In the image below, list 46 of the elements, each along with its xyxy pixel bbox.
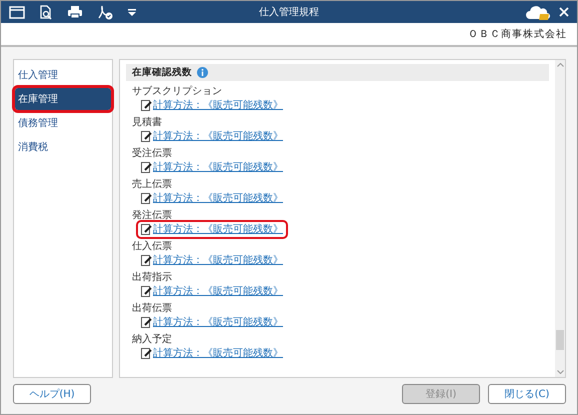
setting-label: 出荷伝票 <box>132 302 173 315</box>
edit-icon <box>141 317 152 328</box>
calculation-link[interactable]: 計算方法：《販売可能残数》 <box>153 99 283 112</box>
edit-icon <box>141 255 152 266</box>
calculation-link[interactable]: 計算方法：《販売可能残数》 <box>153 285 283 298</box>
scroll-thumb[interactable] <box>556 330 564 350</box>
setting-label: 発注伝票 <box>132 209 173 222</box>
section-title: 在庫確認残数 <box>132 66 192 79</box>
edit-icon <box>141 348 152 359</box>
sidebar-item[interactable]: 債務管理 <box>15 112 111 134</box>
edit-icon <box>141 193 152 204</box>
edit-icon <box>141 224 152 235</box>
info-icon[interactable] <box>197 67 208 78</box>
setting-label: 出荷指示 <box>132 271 173 284</box>
edit-icon <box>141 100 152 111</box>
preview-icon[interactable] <box>39 4 53 20</box>
setting-label: 受注伝票 <box>132 147 173 160</box>
calculation-link[interactable]: 計算方法：《販売可能残数》 <box>153 223 283 236</box>
calculation-link[interactable]: 計算方法：《販売可能残数》 <box>153 161 283 174</box>
calculation-link[interactable]: 計算方法：《販売可能残数》 <box>153 316 283 329</box>
pdf-icon[interactable] <box>97 4 113 20</box>
setting-label: 仕入伝票 <box>132 240 173 253</box>
window-title: 仕入管理規程 <box>259 6 319 19</box>
setting-label: 納入予定 <box>132 333 173 346</box>
sidebar-item[interactable]: 在庫管理 <box>15 88 111 110</box>
close-icon[interactable] <box>559 7 569 17</box>
calculation-link[interactable]: 計算方法：《販売可能残数》 <box>153 192 283 205</box>
edit-icon <box>141 286 152 297</box>
setting-label: 売上伝票 <box>132 178 173 191</box>
edit-icon <box>141 131 152 142</box>
calculation-link[interactable]: 計算方法：《販売可能残数》 <box>153 347 283 360</box>
dialog-button[interactable]: 閉じる(C) <box>488 384 566 404</box>
calculation-link[interactable]: 計算方法：《販売可能残数》 <box>153 254 283 267</box>
dialog-button[interactable]: ヘルプ(H) <box>13 384 91 404</box>
edit-icon <box>141 162 152 173</box>
sidebar-item[interactable]: 消費税 <box>15 136 111 158</box>
window-icon[interactable] <box>9 6 25 18</box>
calculation-link[interactable]: 計算方法：《販売可能残数》 <box>153 130 283 143</box>
ai-cloud-icon[interactable] <box>525 3 551 21</box>
setting-label: サブスクリプション <box>132 85 223 98</box>
setting-label: 見積書 <box>132 116 163 129</box>
sidebar-item[interactable]: 仕入管理 <box>15 64 111 86</box>
dropdown-icon[interactable] <box>127 8 137 16</box>
print-icon[interactable] <box>67 5 83 19</box>
company-name: ＯＢＣ商事株式会社 <box>468 28 567 41</box>
scrollbar[interactable] <box>555 60 565 377</box>
